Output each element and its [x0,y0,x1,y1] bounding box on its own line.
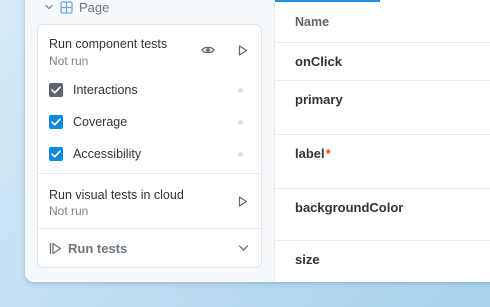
testing-panel: Run component tests Not run Interactions… [37,24,262,268]
play-icon[interactable] [236,43,250,57]
sidebar: Page Run component tests Not run Interac… [25,0,274,282]
arg-name: backgroundColor [295,200,404,215]
arg-name: label [295,146,325,161]
grid-icon [60,0,73,14]
status-dot [238,120,243,125]
check-icon [51,150,61,158]
checkbox-coverage[interactable] [49,115,63,129]
check-label: Coverage [73,115,128,129]
divider [38,228,261,229]
column-header-name: Name [295,15,330,29]
table-row: primary [275,81,490,135]
storybook-window: Page Run component tests Not run Interac… [25,0,490,282]
component-tests-title: Run component tests [49,37,168,51]
visual-tests-title: Run visual tests in cloud [49,188,184,202]
table-row: label* [275,135,490,189]
arg-name-wrap: label* [295,146,331,161]
page-label: Page [79,0,110,15]
page-tree-item[interactable]: Page [44,0,110,15]
check-label: Interactions [73,83,138,97]
component-tests-status: Not run [49,54,89,68]
checkbox-interactions[interactable] [49,83,63,97]
check-icon [51,118,61,126]
check-coverage[interactable]: Coverage [49,114,247,130]
table-row: size [275,241,490,282]
check-icon [51,86,61,94]
play-icon[interactable] [236,194,250,208]
eye-icon[interactable] [200,43,216,57]
checkbox-accessibility[interactable] [49,147,63,161]
run-tests-button[interactable]: Run tests [49,241,127,256]
divider [38,173,261,174]
arg-name: size [295,252,320,267]
chevron-down-icon[interactable] [44,2,54,12]
table-row: onClick [275,43,490,81]
arg-name: onClick [295,54,342,69]
arg-name: primary [295,92,343,107]
check-accessibility[interactable]: Accessibility [49,146,247,162]
status-dot [238,152,243,157]
chevron-down-icon[interactable] [238,244,249,252]
visual-tests-status: Not run [49,204,89,218]
check-interactions[interactable]: Interactions [49,82,247,98]
table-header: Name [275,0,490,43]
run-tests-icon [49,242,62,255]
table-row: backgroundColor [275,189,490,241]
required-marker: * [325,146,331,161]
status-dot [238,88,243,93]
check-label: Accessibility [73,147,142,161]
args-table: Name onClick primary label* backgroundCo… [274,0,490,282]
run-tests-label: Run tests [68,241,128,256]
